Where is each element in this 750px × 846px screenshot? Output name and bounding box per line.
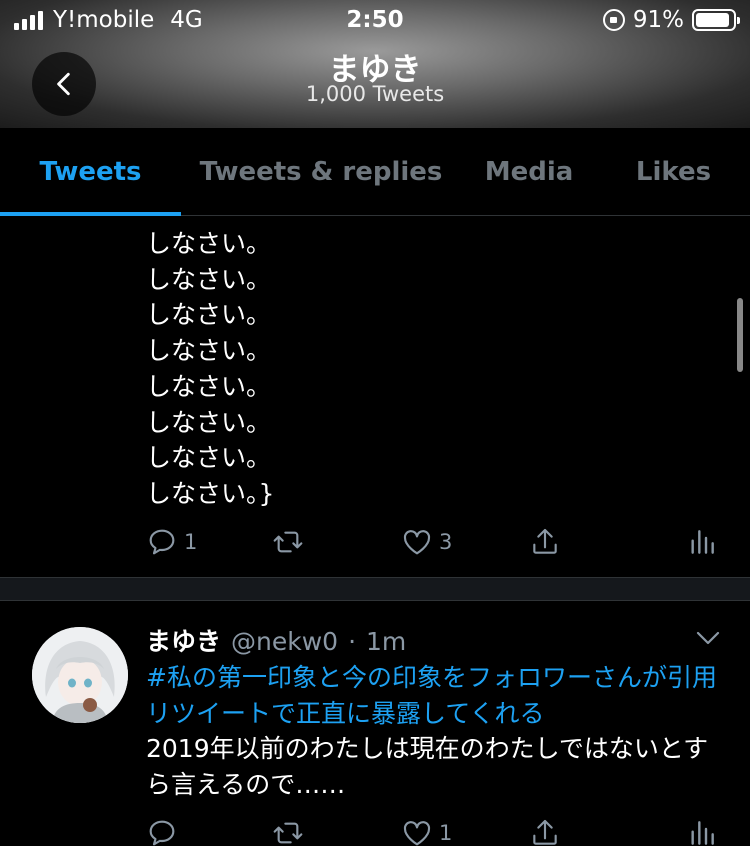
- reply-icon: [149, 820, 175, 846]
- reply-button[interactable]: [146, 813, 184, 846]
- orientation-lock-icon: [602, 9, 625, 31]
- tweet-divider: [0, 577, 750, 601]
- battery-percent: 91%: [632, 7, 684, 33]
- tab-media[interactable]: Media: [461, 128, 597, 216]
- avatar[interactable]: [32, 627, 128, 723]
- analytics-icon: [691, 530, 714, 554]
- tweet-header: まゆき @nekw0 · 1m: [146, 622, 406, 658]
- tweet-body: #私の第一印象と今の印象をフォロワーさんが引用リツイートで正直に暴露してくれる …: [146, 660, 726, 802]
- share-button[interactable]: [529, 813, 561, 846]
- chevron-down-icon[interactable]: [694, 628, 722, 648]
- heart-icon: [403, 530, 431, 555]
- author-handle[interactable]: @nekw0: [231, 627, 338, 656]
- tweet-actions: 1: [0, 813, 750, 846]
- battery-fill: [696, 13, 729, 27]
- battery-icon: [692, 9, 740, 31]
- separator-dot: ·: [348, 627, 357, 656]
- tweet-line: しなさい。: [146, 229, 272, 258]
- reply-count: 1: [184, 530, 198, 554]
- like-count: 1: [439, 821, 453, 845]
- status-right: 91%: [602, 7, 740, 33]
- tweet-line: しなさい。: [146, 371, 272, 401]
- tweet-line: しなさい。: [146, 300, 272, 330]
- author-name[interactable]: まゆき: [146, 622, 221, 658]
- active-tab-indicator: [0, 212, 181, 216]
- share-icon: [533, 819, 557, 845]
- tweet-line: しなさい。: [146, 443, 272, 473]
- tweet-line: しなさい。}: [146, 478, 275, 508]
- tweet-line: しなさい。: [146, 407, 272, 437]
- tweet-time: 1m: [366, 627, 407, 656]
- tweet-actions: 1 3: [0, 522, 750, 562]
- scrollbar[interactable]: [737, 298, 743, 372]
- analytics-button[interactable]: [686, 522, 718, 562]
- retweet-button[interactable]: [272, 522, 310, 562]
- tweet-line: しなさい。: [146, 264, 272, 294]
- retweet-icon: [273, 822, 303, 844]
- tab-tweets[interactable]: Tweets: [0, 128, 181, 216]
- tweet-text: 2019年以前のわたしは現在のわたしではないとすら言えるので……: [146, 734, 709, 799]
- profile-tabs: Tweets Tweets & replies Media Likes: [0, 128, 750, 216]
- like-button[interactable]: 3: [401, 522, 452, 562]
- retweet-icon: [273, 531, 303, 553]
- retweet-button[interactable]: [272, 813, 310, 846]
- like-button[interactable]: 1: [401, 813, 452, 846]
- heart-icon: [403, 821, 431, 846]
- tab-tweets-and-replies[interactable]: Tweets & replies: [181, 128, 461, 216]
- tweet-line: しなさい。: [146, 336, 272, 366]
- analytics-button[interactable]: [686, 813, 718, 846]
- hashtag-link[interactable]: #私の第一印象と今の印象をフォロワーさんが引用リツイートで正直に暴露してくれる: [146, 663, 717, 728]
- like-count: 3: [439, 530, 453, 554]
- tab-likes[interactable]: Likes: [597, 128, 750, 216]
- reply-button[interactable]: 1: [146, 522, 197, 562]
- share-icon: [533, 528, 557, 554]
- share-button[interactable]: [529, 522, 561, 562]
- status-bar: Y!mobile 4G 2:50 91%: [0, 0, 750, 42]
- analytics-icon: [691, 821, 714, 845]
- profile-header: Y!mobile 4G 2:50 91% まゆき 1,000 Tweets: [0, 0, 750, 128]
- tweet-count: 1,000 Tweets: [305, 82, 445, 106]
- tweet-text: しなさい。 しなさい。 しなさい。 しなさい。 しなさい。 しなさい。 しなさい…: [146, 226, 274, 512]
- avatar-image: [32, 627, 128, 723]
- reply-icon: [149, 529, 175, 555]
